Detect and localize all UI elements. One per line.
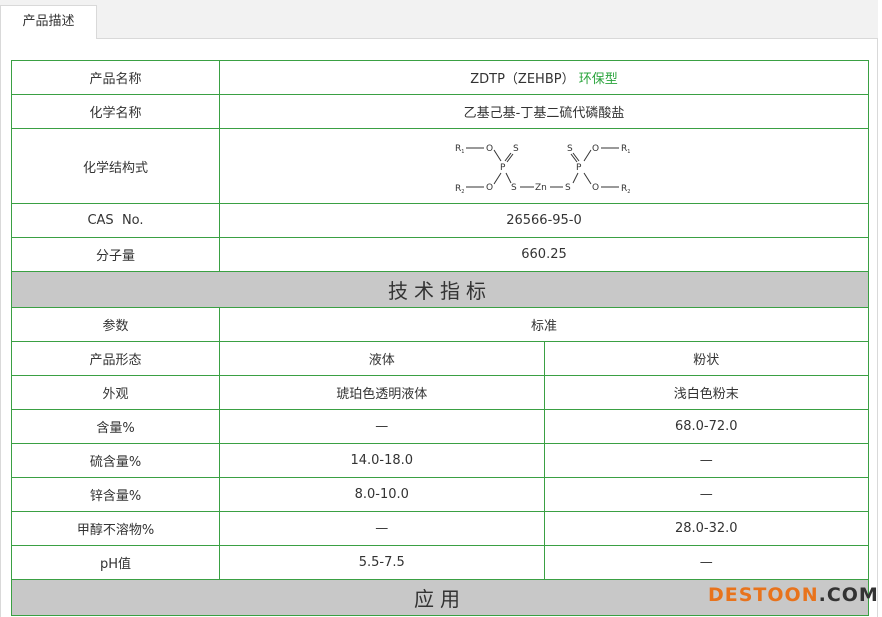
table-row: CAS No. 26566-95-0 [11, 203, 869, 238]
spec-powder-value: 28.0-32.0 [543, 511, 869, 546]
spec-powder-value: — [543, 477, 869, 512]
table-row: 硫含量% 14.0-18.0 — [11, 443, 869, 478]
spec-liquid-value: 14.0-18.0 [219, 443, 545, 478]
table-row: 化学结构式 R1 O S P R2 O S Zn S P S O R1 O R2 [11, 128, 869, 204]
structure-cell: R1 O S P R2 O S Zn S P S O R1 O R2 [219, 128, 869, 204]
r1-left: R1 [455, 144, 464, 155]
oxygen-atom: O [486, 144, 493, 154]
oxygen-atom: O [592, 144, 599, 154]
structure-label: 化学结构式 [11, 128, 220, 204]
watermark-brand: DESTOON [708, 584, 819, 606]
r2-right: R2 [621, 184, 630, 195]
name-cell: ZDTP（ZEHBP） 环保型 [219, 60, 869, 95]
tab-product-description[interactable]: 产品描述 [0, 5, 97, 39]
table-row: 分子量 660.25 [11, 237, 869, 272]
sulfur-atom: S [511, 183, 517, 193]
spec-liquid-value: — [219, 511, 545, 546]
spec-liquid-value: — [219, 409, 545, 444]
zinc-atom: Zn [535, 183, 547, 193]
table-row: 含量% — 68.0-72.0 [11, 409, 869, 444]
oxygen-atom: O [486, 183, 493, 193]
bond [505, 172, 512, 184]
double-bond [506, 153, 514, 163]
phosphorus-atom: P [500, 163, 506, 173]
table-row: 参数 标准 [11, 307, 869, 342]
product-table: 产品名称 ZDTP（ZEHBP） 环保型 化学名称 乙基己基-丁基二硫代磷酸盐 … [11, 60, 869, 616]
chemical-structure-diagram: R1 O S P R2 O S Zn S P S O R1 O R2 [455, 144, 630, 195]
spec-powder-value: 浅白色粉末 [543, 375, 869, 410]
spec-powder-value: — [543, 443, 869, 478]
table-row: 化学名称 乙基己基-丁基二硫代磷酸盐 [11, 94, 869, 129]
bond [583, 172, 592, 185]
param-label: 参数 [11, 307, 220, 342]
tab-bar [0, 0, 878, 39]
spec-row-label: 外观 [11, 375, 220, 410]
mw-label: 分子量 [11, 237, 220, 272]
spec-row-label: pH值 [11, 545, 220, 580]
watermark-logo: DESTOON.COM [708, 584, 879, 606]
table-row: pH值 5.5-7.5 — [11, 545, 869, 580]
spec-liquid-value: 8.0-10.0 [219, 477, 545, 512]
spec-liquid-value: 5.5-7.5 [219, 545, 545, 580]
table-row: 锌含量% 8.0-10.0 — [11, 477, 869, 512]
bond [583, 149, 592, 162]
standard-label: 标准 [219, 307, 869, 342]
eco-tag: 环保型 [578, 72, 618, 87]
cas-label: CAS No. [11, 203, 220, 238]
spec-row-label: 产品形态 [11, 341, 220, 376]
spec-powder-value: 粉状 [543, 341, 869, 376]
bond [493, 172, 502, 185]
double-bond [570, 153, 578, 163]
sulfur-atom: S [565, 183, 571, 193]
spec-powder-value: 68.0-72.0 [543, 409, 869, 444]
double-bond [504, 152, 512, 162]
chem-name-value: 乙基己基-丁基二硫代磷酸盐 [219, 94, 869, 129]
r1-right: R1 [621, 144, 630, 155]
sulfur-atom: S [513, 144, 519, 154]
mw-value: 660.25 [219, 237, 869, 272]
oxygen-atom: O [592, 183, 599, 193]
spec-powder-value: — [543, 545, 869, 580]
spec-row-label: 甲醇不溶物% [11, 511, 220, 546]
spec-liquid-value: 琥珀色透明液体 [219, 375, 545, 410]
double-bond [572, 152, 580, 162]
spec-row-label: 含量% [11, 409, 220, 444]
table-row: 甲醇不溶物% — 28.0-32.0 [11, 511, 869, 546]
table-row: 产品形态 液体 粉状 [11, 341, 869, 376]
cas-value: 26566-95-0 [219, 203, 869, 238]
watermark-suffix: .COM [818, 584, 879, 606]
name-value: ZDTP（ZEHBP） [470, 72, 575, 87]
name-label: 产品名称 [11, 60, 220, 95]
chem-name-label: 化学名称 [11, 94, 220, 129]
table-row: 产品名称 ZDTP（ZEHBP） 环保型 [11, 60, 869, 95]
spec-row-label: 硫含量% [11, 443, 220, 478]
spec-liquid-value: 液体 [219, 341, 545, 376]
bond [493, 149, 502, 162]
sulfur-atom: S [567, 144, 573, 154]
r2-left: R2 [455, 184, 464, 195]
bond [572, 172, 579, 184]
spec-title: 技术指标 [11, 271, 869, 308]
section-header: 技术指标 [11, 271, 869, 308]
spec-row-label: 锌含量% [11, 477, 220, 512]
table-row: 外观 琥珀色透明液体 浅白色粉末 [11, 375, 869, 410]
phosphorus-atom: P [576, 163, 582, 173]
